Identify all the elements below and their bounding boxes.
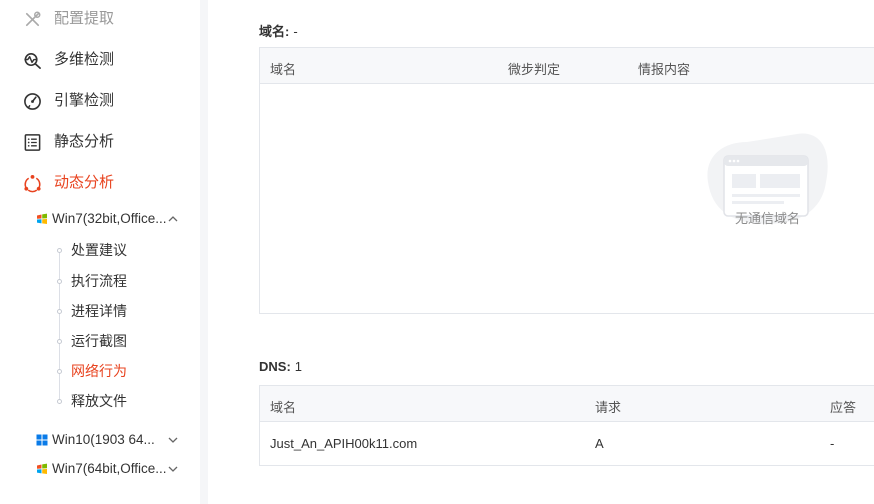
- domain-table-header: 域名 微步判定 情报内容: [260, 48, 874, 84]
- subitem-released-files[interactable]: 释放文件: [0, 391, 200, 413]
- col-domain: 域名: [270, 62, 297, 77]
- dns-section-title: DNS: 1: [259, 359, 302, 374]
- env-item-win7-32bit[interactable]: Win7(32bit,Office...: [0, 207, 200, 231]
- col-verdict: 微步判定: [508, 62, 561, 77]
- subitem-network-behavior[interactable]: 网络行为: [0, 361, 200, 383]
- subitem-execution-flow[interactable]: 执行流程: [0, 271, 200, 293]
- dns-row-request: A: [595, 436, 604, 451]
- dns-title-text: DNS: [259, 359, 287, 374]
- col-response: 应答: [830, 400, 857, 415]
- subitem-label: 网络行为: [71, 363, 127, 379]
- windows10-icon: [36, 434, 48, 446]
- empty-state-text: 无通信域名: [735, 211, 801, 226]
- menu-item-static-analysis[interactable]: 静态分析: [0, 127, 200, 157]
- menu-item-multi-detect[interactable]: 多维检测: [0, 45, 200, 75]
- tree-dot: [57, 369, 62, 374]
- tree-dot: [57, 399, 62, 404]
- windows7-icon: [37, 463, 47, 474]
- sidebar-divider: [200, 0, 208, 504]
- dns-title-colon: :: [286, 359, 291, 374]
- multi-scan-icon: [24, 53, 41, 69]
- subitem-process-details[interactable]: 进程详情: [0, 301, 200, 323]
- subitem-label: 进程详情: [71, 303, 127, 319]
- tree-dot: [57, 309, 62, 314]
- col-domain: 域名: [270, 400, 297, 415]
- tools-icon: [25, 11, 41, 27]
- dns-count: 1: [294, 359, 303, 374]
- subitem-label: 释放文件: [71, 393, 127, 409]
- domain-section-title: 域名: -: [259, 21, 298, 40]
- chevron-down-icon[interactable]: [167, 463, 179, 475]
- menu-item-dynamic-analysis[interactable]: 动态分析: [0, 168, 200, 198]
- domain-count: -: [293, 24, 298, 39]
- subitem-label: 处置建议: [71, 242, 127, 258]
- domain-table: 域名 微步判定 情报内容 无通信域名: [259, 47, 874, 314]
- menu-label: 配置提取: [54, 10, 115, 27]
- sidebar: 配置提取 多维检测 引擎检测 静态分析 动态分析 Win7(32bit,Offi…: [0, 0, 200, 504]
- col-request: 请求: [595, 400, 622, 415]
- menu-item-config-extract[interactable]: 配置提取: [0, 4, 200, 34]
- col-intel: 情报内容: [638, 62, 691, 77]
- menu-item-engine-detect[interactable]: 引擎检测: [0, 86, 200, 116]
- env-label: Win10(1903 64...: [52, 432, 155, 447]
- env-label: Win7(64bit,Office...: [52, 461, 167, 476]
- menu-label: 动态分析: [54, 174, 115, 191]
- tree-dot: [57, 248, 62, 253]
- dns-row-domain[interactable]: Just_An_APIH00k11.com: [270, 436, 417, 451]
- windows7-icon: [37, 213, 47, 224]
- env-item-win10[interactable]: Win10(1903 64...: [0, 428, 200, 452]
- domain-title-colon: :: [285, 24, 290, 39]
- env-item-win7-64bit[interactable]: Win7(64bit,Office...: [0, 457, 200, 481]
- dynamic-analysis-icon: [24, 174, 41, 193]
- dns-table: 域名 请求 应答 Just_An_APIH00k11.com A -: [259, 385, 874, 466]
- domain-title-text: 域名: [259, 24, 286, 39]
- menu-label: 多维检测: [54, 51, 115, 68]
- subitem-disposal-advice[interactable]: 处置建议: [0, 240, 200, 262]
- tree-dot: [57, 339, 62, 344]
- list-doc-icon: [24, 134, 41, 151]
- tree-dot: [57, 279, 62, 284]
- dns-row-response: -: [830, 436, 835, 451]
- chevron-down-icon[interactable]: [167, 434, 179, 446]
- dns-table-header: 域名 请求 应答: [260, 386, 874, 422]
- engine-icon: [24, 93, 41, 110]
- subitem-label: 运行截图: [71, 333, 127, 349]
- menu-label: 引擎检测: [54, 92, 115, 109]
- menu-label: 静态分析: [54, 133, 115, 150]
- chevron-up-icon[interactable]: [167, 213, 179, 225]
- env-label: Win7(32bit,Office...: [52, 211, 167, 226]
- subitem-label: 执行流程: [71, 273, 127, 289]
- subitem-screenshots[interactable]: 运行截图: [0, 331, 200, 353]
